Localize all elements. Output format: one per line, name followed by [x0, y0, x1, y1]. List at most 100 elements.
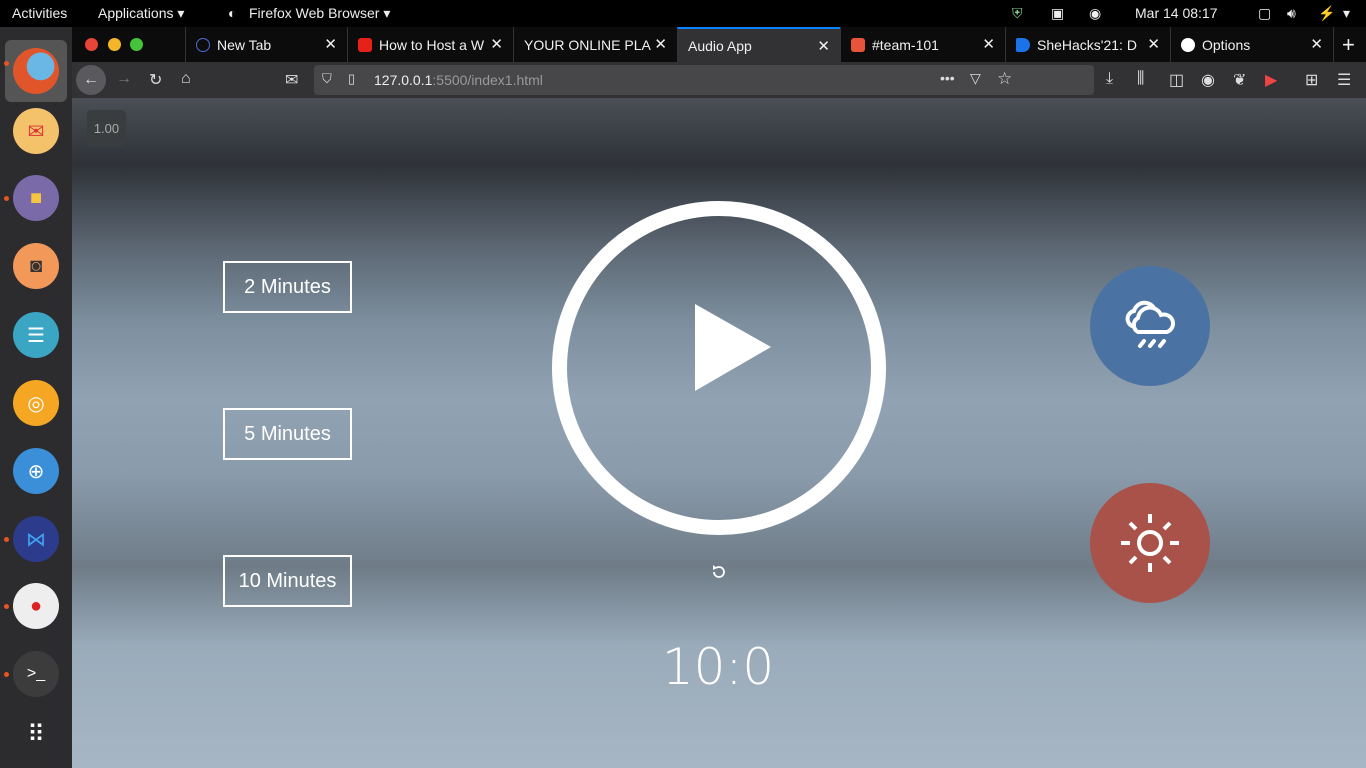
- dock-help[interactable]: ⊕: [13, 448, 59, 494]
- network-icon[interactable]: ▢: [1258, 5, 1271, 22]
- playback-speed-indicator: 1.00: [87, 110, 126, 146]
- maximize-window-button[interactable]: [130, 38, 143, 51]
- tab-label: SheHacks'21: D: [1037, 36, 1137, 53]
- sunny-sound-button[interactable]: [1090, 483, 1210, 603]
- menu-icon[interactable]: ☰: [1337, 70, 1351, 90]
- camera-icon: ●: [29, 594, 43, 617]
- tab-label: YOUR ONLINE PLA: [524, 36, 651, 53]
- app-menu[interactable]: Firefox Web Browser ▾: [249, 5, 390, 22]
- firefox-icon: [13, 48, 59, 94]
- show-apps-button[interactable]: ⠿: [13, 711, 59, 757]
- volume-icon[interactable]: 🔊︎: [1287, 5, 1296, 22]
- tab-label: New Tab: [217, 36, 272, 53]
- doc-icon: [1016, 37, 1030, 52]
- system-menu-chevron-icon[interactable]: ▾: [1343, 5, 1350, 22]
- dock-screenshot[interactable]: ●: [13, 583, 59, 629]
- dock-mail[interactable]: ✉: [13, 108, 59, 154]
- grid-icon: ⠿: [27, 720, 45, 748]
- play-icon: [695, 304, 771, 391]
- dock: ✉ ■ ◙ ☰ ◎ ⊕ ⋈ ● >_ ⠿: [0, 27, 72, 768]
- account-icon[interactable]: ◉: [1201, 70, 1215, 90]
- close-tab-icon[interactable]: ✕: [490, 35, 503, 53]
- rain-sound-button[interactable]: [1090, 266, 1210, 386]
- dock-rhythmbox[interactable]: ◙: [13, 243, 59, 289]
- tab-label: Audio App: [688, 37, 752, 54]
- replay-icon[interactable]: [709, 562, 729, 582]
- url-path: :5500/index1.html: [432, 72, 543, 88]
- downloads-icon[interactable]: ⤓: [1106, 70, 1113, 88]
- library-icon[interactable]: ⫼: [1137, 70, 1144, 88]
- mail-icon: ✉: [27, 120, 45, 143]
- minimize-window-button[interactable]: [108, 38, 121, 51]
- speaker-icon: ◙: [29, 254, 43, 277]
- document-icon: ☰: [27, 324, 45, 347]
- home-button[interactable]: ⌂: [181, 70, 191, 88]
- tab-label: #team-101: [872, 36, 939, 53]
- back-button[interactable]: ←: [76, 65, 106, 95]
- tab-shehacks[interactable]: SheHacks'21: D ✕: [1005, 27, 1170, 62]
- pocket-icon[interactable]: ▽: [970, 70, 981, 87]
- gnome-extension-icon[interactable]: ❦: [1233, 70, 1246, 90]
- close-tab-icon[interactable]: ✕: [324, 35, 337, 53]
- folder-icon: ■: [29, 186, 43, 209]
- play-button[interactable]: [552, 201, 886, 535]
- plus-icon: +: [1342, 31, 1355, 57]
- duration-10-minutes-button[interactable]: 10 Minutes: [223, 555, 352, 607]
- video-speed-extension-icon[interactable]: ▶: [1265, 70, 1277, 90]
- firefox-app-icon: ◐: [228, 5, 237, 21]
- forward-button[interactable]: →: [116, 70, 132, 88]
- terminal-icon: >_: [26, 665, 46, 682]
- navigation-toolbar: ← → ↻ ⌂ ✉ ⛉ ▯ 127.0.0.1:5500/index1.html…: [72, 62, 1366, 98]
- youtube-icon: [358, 37, 372, 52]
- clock[interactable]: Mar 14 08:17: [1135, 5, 1218, 21]
- dock-files[interactable]: ■: [13, 175, 59, 221]
- tab-label: How to Host a W: [379, 36, 485, 53]
- close-tab-icon[interactable]: ✕: [1310, 35, 1323, 53]
- close-tab-icon[interactable]: ✕: [654, 35, 667, 53]
- url-bar[interactable]: ⛉ ▯ 127.0.0.1:5500/index1.html ••• ▽ ☆: [314, 65, 1094, 95]
- reload-button[interactable]: ↻: [149, 70, 162, 90]
- activities-button[interactable]: Activities: [12, 5, 67, 21]
- dock-text-editor[interactable]: ☰: [13, 312, 59, 358]
- dock-terminal[interactable]: >_: [13, 651, 59, 697]
- page-icon: ▯: [348, 71, 356, 86]
- battery-icon[interactable]: ⚡: [1318, 5, 1335, 22]
- lifebuoy-icon: ⊕: [27, 460, 45, 483]
- tab-new-tab[interactable]: New Tab ✕: [185, 27, 347, 62]
- page-actions-icon[interactable]: •••: [940, 70, 955, 86]
- tab-bar: New Tab ✕ How to Host a W ✕ YOUR ONLINE PL…: [72, 27, 1366, 62]
- calendar-icon: [851, 37, 865, 52]
- url-host: 127.0.0.1: [374, 72, 433, 88]
- tracking-shield-icon[interactable]: ⛉: [322, 71, 332, 87]
- applications-menu[interactable]: Applications ▾: [98, 5, 184, 22]
- new-tab-button[interactable]: +: [1333, 27, 1366, 62]
- newtab-icon: [196, 37, 210, 52]
- tab-how-to-host[interactable]: How to Host a W ✕: [347, 27, 513, 62]
- chip-icon[interactable]: ▣: [1051, 5, 1064, 22]
- close-tab-icon[interactable]: ✕: [817, 37, 830, 55]
- tab-your-online[interactable]: YOUR ONLINE PLA ✕: [513, 27, 677, 62]
- rain-cloud-icon: [1125, 300, 1175, 348]
- shopping-bag-icon: ◎: [27, 392, 45, 415]
- sidebar-icon[interactable]: ◫: [1169, 70, 1184, 90]
- mail-icon[interactable]: ✉: [285, 70, 298, 90]
- duration-5-minutes-button[interactable]: 5 Minutes: [223, 408, 352, 460]
- vscode-icon: ⋈: [26, 528, 46, 551]
- close-tab-icon[interactable]: ✕: [982, 35, 995, 53]
- tab-team-101[interactable]: #team-101 ✕: [840, 27, 1005, 62]
- bookmark-star-icon[interactable]: ☆: [997, 69, 1012, 89]
- dock-vscode[interactable]: ⋈: [13, 516, 59, 562]
- dock-firefox[interactable]: [5, 40, 67, 102]
- duration-2-minutes-button[interactable]: 2 Minutes: [223, 261, 352, 313]
- shield-icon[interactable]: ⛨: [1012, 5, 1023, 22]
- dock-software[interactable]: ◎: [13, 380, 59, 426]
- close-tab-icon[interactable]: ✕: [1147, 35, 1160, 53]
- tab-audio-app[interactable]: Audio App ✕: [677, 27, 840, 62]
- camera-indicator-icon[interactable]: ◉: [1089, 5, 1101, 22]
- whats-new-gift-icon[interactable]: ⊞: [1305, 70, 1318, 90]
- audio-app-page: 1.00 2 Minutes 5 Minutes 10 Minutes 10:0: [72, 98, 1366, 768]
- github-icon: [1181, 37, 1195, 52]
- close-window-button[interactable]: [85, 38, 98, 51]
- tab-options[interactable]: Options ✕: [1170, 27, 1333, 62]
- timer-display: 10:0: [661, 638, 775, 696]
